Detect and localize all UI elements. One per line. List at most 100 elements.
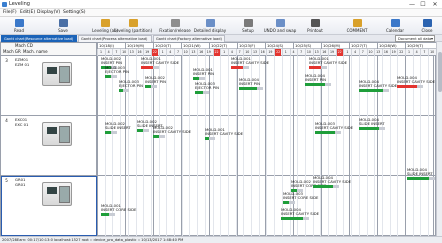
hour-header-cell: 4	[166, 49, 173, 56]
hour-header-cell: 22	[274, 49, 282, 56]
job-bar-remaining	[153, 66, 159, 69]
hour-header-cell: 19	[389, 49, 396, 56]
hour-header-cell: 19	[143, 49, 150, 56]
day-gridline	[97, 56, 98, 237]
machine-rows: 3 EZM01 EZM 01 4 EXC01 EXC 01 5 GR01 GR0…	[1, 56, 437, 237]
tab-resource-load[interactable]: Gantt chart(Resource alternative load)	[1, 35, 77, 42]
leveling-partition-icon	[128, 19, 138, 27]
fixation-icon	[170, 19, 180, 27]
hour-gridline	[174, 56, 175, 237]
job-bar-remaining	[123, 89, 129, 92]
menu-file[interactable]: File(F)	[3, 10, 17, 16]
menu-edit[interactable]: Edit(E)	[20, 10, 35, 16]
hour-header-cell: 13	[127, 49, 134, 56]
toolbar-button-5[interactable]: Detailed display	[194, 18, 226, 34]
toolbar-button-label: Leveling (partition)	[113, 28, 153, 33]
toolbar-button-label: Save	[58, 28, 68, 33]
job-bar-remaining	[151, 85, 157, 88]
toolbar-button-4[interactable]: Fixation/release	[159, 18, 191, 34]
job-bar[interactable]	[315, 131, 335, 134]
setup-icon	[243, 19, 253, 27]
job-bar-remaining	[109, 213, 115, 216]
hour-gridline	[351, 56, 353, 237]
scrollbar-thumb[interactable]	[438, 52, 442, 92]
app-icon	[2, 2, 7, 7]
hour-header-cell: 1	[220, 49, 227, 56]
job-bar-remaining	[159, 135, 165, 138]
job-bar[interactable]	[397, 85, 417, 88]
machine-name: EXC 01	[15, 122, 29, 127]
job-bar-remaining	[199, 77, 205, 80]
job-bar[interactable]	[141, 66, 153, 69]
job-bar-remaining	[143, 129, 149, 132]
hour-header-cell: 10	[366, 49, 373, 56]
job-bar-remaining	[111, 131, 117, 134]
toolbar-button-1[interactable]: Save	[48, 18, 78, 34]
job-bar[interactable]	[309, 66, 321, 69]
menu-setting[interactable]: Setting(S)	[63, 10, 85, 16]
job-bar[interactable]	[305, 83, 325, 86]
tab-strip: Gantt chart(Resource alternative load) G…	[0, 35, 442, 42]
hour-header-cell: 10	[304, 49, 311, 56]
hour-gridline	[220, 56, 222, 237]
machine-cell[interactable]: 3 EZM01 EZM 01	[1, 56, 97, 115]
toolbar-button-0[interactable]: Read	[4, 18, 34, 34]
hour-header-cell: 7	[235, 49, 243, 56]
menu-display[interactable]: Display(V)	[37, 10, 60, 16]
job-bar[interactable]	[195, 91, 203, 94]
hour-gridline	[189, 56, 191, 237]
job-bar-remaining	[325, 83, 331, 86]
tab-factory-load[interactable]: Gantt chart(Factory alternative load)	[153, 35, 225, 42]
machine-image	[42, 62, 72, 86]
job-bar[interactable]	[239, 87, 257, 90]
hour-header-cell: 7	[297, 49, 304, 56]
job-bar-remaining	[333, 185, 339, 188]
job-bar-remaining	[379, 127, 385, 130]
hour-header-cell: 13	[374, 49, 381, 56]
gantt-grid: Mach CD Mach GR Mach. name 10/18(I) 10/19…	[0, 42, 437, 237]
machine-cell[interactable]: 4 EXC01 EXC 01	[1, 116, 97, 175]
maximize-button[interactable]: ☐	[419, 1, 427, 8]
job-bar[interactable]	[231, 66, 243, 69]
vertical-scrollbar[interactable]	[436, 42, 442, 236]
minimize-button[interactable]: —	[408, 1, 416, 8]
title-bar: Leveling — ☐ ✕	[0, 0, 442, 9]
gantt-timeline[interactable]: MOLD-002 INSERT PIN MOLD-003 EJECTOR PIN MOL…	[97, 56, 437, 237]
hour-header-cell: 19	[266, 49, 273, 56]
machine-name: GR01	[15, 182, 26, 187]
toolbar-button-3[interactable]: Leveling (partition)	[114, 18, 152, 34]
job-bar[interactable]	[101, 213, 109, 216]
job-bar[interactable]	[407, 177, 429, 180]
hour-header-cell: 1	[343, 49, 350, 56]
machine-image	[42, 182, 72, 206]
hour-header-cell: 16	[197, 49, 204, 56]
hour-header-cell: 4	[289, 49, 297, 56]
hour-header-cell: 22	[150, 49, 158, 56]
close-window-button[interactable]: ✕	[431, 1, 439, 8]
hour-gridline	[274, 56, 276, 237]
machine-cell[interactable]: 5 GR01 GR01	[1, 176, 97, 236]
toolbar-button-11[interactable]: Close	[412, 18, 442, 34]
calendar-icon	[390, 19, 400, 27]
menu-bar: File(F) Edit(E) Display(V) Setting(S)	[0, 9, 442, 17]
display-filter-select[interactable]: Document all data ▾	[395, 35, 435, 42]
job-bar[interactable]	[281, 217, 303, 220]
job-bar[interactable]	[313, 185, 333, 188]
machine-name: EZM 01	[15, 62, 30, 67]
job-bar[interactable]	[359, 89, 383, 92]
hour-header-cell: 22	[397, 49, 404, 56]
day-gridline	[349, 56, 350, 237]
day-gridline	[181, 56, 182, 237]
toolbar-button-7[interactable]: UNDO and swap	[264, 18, 296, 34]
day-gridline	[265, 56, 266, 237]
hour-header-cell: 13	[251, 49, 258, 56]
machine-image	[42, 122, 72, 146]
tab-process-load[interactable]: Gantt chart(Process alternative load)	[78, 35, 152, 42]
hour-header-cell: 16	[381, 49, 388, 56]
job-bar-remaining	[257, 87, 263, 90]
toolbar-button-9[interactable]: COMMENT	[342, 18, 372, 34]
job-bar[interactable]	[359, 127, 379, 130]
toolbar-button-8[interactable]: Printout	[300, 18, 330, 34]
toolbar-button-label: Close	[421, 28, 433, 33]
hour-header-cell: 19	[204, 49, 211, 56]
